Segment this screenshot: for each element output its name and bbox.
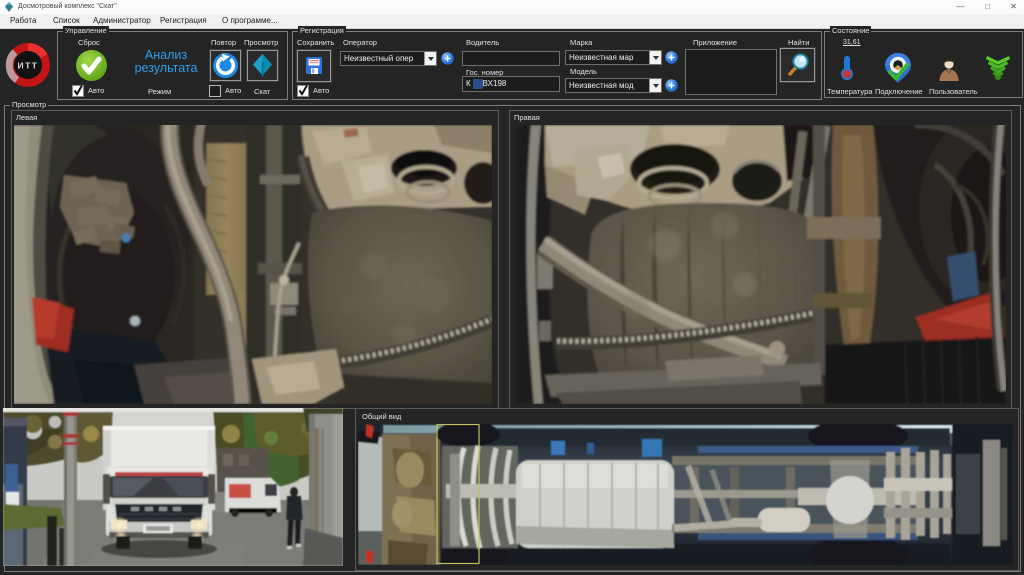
svg-text:ИТТ: ИТТ (18, 61, 39, 71)
